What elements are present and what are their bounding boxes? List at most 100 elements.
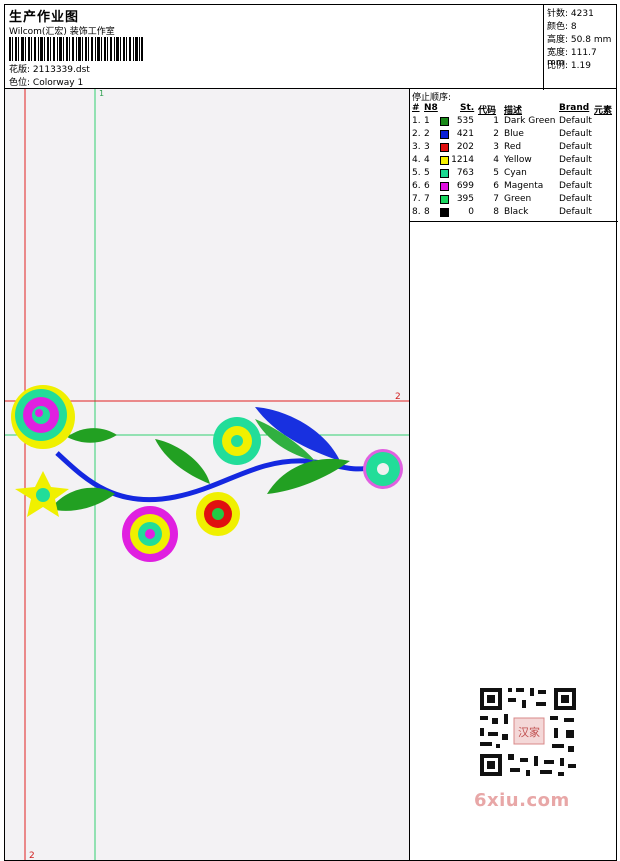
row-stitches: 535	[456, 116, 474, 126]
stat-value: 8	[570, 22, 577, 32]
design-file-line: 花版: 2113339.dst	[9, 62, 90, 75]
stat-scale: 比例: 1.19	[547, 58, 591, 71]
stop-sequence-panel: 停止顺序: # N8 St. 代码 描述 Brand 元素 1. 1 535 1 Dar…	[409, 88, 618, 861]
table-row: 4. 4 1214 4 Yellow Default	[410, 155, 618, 168]
stat-value: 50.8 mm	[570, 35, 612, 45]
header-box: 生产作业图 Wilcom(汇宏) 装饰工作室 花版: 2113339.dst 色…	[4, 4, 617, 90]
row-stitches: 763	[456, 168, 474, 178]
color-swatch	[440, 143, 449, 152]
table-row: 3. 3 202 3 Red Default	[410, 142, 618, 155]
row-idx: 6.	[412, 181, 421, 191]
row-code: 7	[493, 194, 499, 204]
row-no: 6	[424, 181, 430, 191]
stat-label: 针数:	[547, 9, 569, 19]
row-no: 7	[424, 194, 430, 204]
row-brand: Default	[559, 207, 592, 217]
colorway-value: Colorway 1	[32, 78, 84, 88]
design-label: 花版:	[9, 65, 31, 75]
row-code: 3	[493, 142, 499, 152]
row-brand: Default	[559, 155, 592, 165]
row-brand: Default	[559, 142, 592, 152]
row-code: 2	[493, 129, 499, 139]
flower-rose	[11, 385, 75, 449]
row-desc: Red	[504, 142, 522, 152]
table-row: 6. 6 699 6 Magenta Default	[410, 181, 618, 194]
design-canvas: 1 2 2	[4, 88, 410, 861]
row-stitches: 421	[456, 129, 474, 139]
color-swatch	[440, 130, 449, 139]
design-value: 2113339.dst	[32, 65, 90, 75]
row-no: 3	[424, 142, 430, 152]
table-row: 8. 8 0 8 Black Default	[410, 207, 618, 220]
row-stitches: 202	[456, 142, 474, 152]
stat-label: 宽度:	[547, 48, 569, 58]
flower-green	[213, 417, 261, 465]
green-leaf	[155, 439, 210, 484]
stop-sequence-title: 停止顺序:	[412, 93, 452, 103]
col-header-desc: 描述	[504, 106, 523, 116]
row-idx: 2.	[412, 129, 421, 139]
row-desc: Black	[504, 207, 529, 217]
col-header-st: St.	[460, 103, 475, 113]
stat-colors: 颜色: 8	[547, 19, 577, 32]
row-desc: Magenta	[504, 181, 544, 191]
stat-label: 高度:	[547, 35, 569, 45]
row-code: 8	[493, 207, 499, 217]
row-brand: Default	[559, 116, 592, 126]
row-stitches: 395	[456, 194, 474, 204]
row-brand: Default	[559, 129, 592, 139]
col-header-no: N8	[424, 103, 438, 113]
col-header-code: 代码	[478, 106, 497, 116]
row-brand: Default	[559, 194, 592, 204]
stat-label: 比例:	[547, 61, 569, 71]
row-desc: Yellow	[504, 155, 532, 165]
row-idx: 1.	[412, 116, 421, 126]
col-header-element: 元素	[594, 106, 613, 116]
marker-v2: 2	[29, 851, 35, 861]
row-no: 4	[424, 155, 430, 165]
color-swatch	[440, 156, 449, 165]
row-desc: Dark Green	[504, 116, 556, 126]
row-code: 5	[493, 168, 499, 178]
table-row: 5. 5 763 5 Cyan Default	[410, 168, 618, 181]
row-stitches: 699	[456, 181, 474, 191]
row-no: 8	[424, 207, 430, 217]
row-code: 6	[493, 181, 499, 191]
row-idx: 8.	[412, 207, 421, 217]
table-row: 2. 2 421 2 Blue Default	[410, 129, 618, 142]
table-row: 1. 1 535 1 Dark Green Default	[410, 116, 618, 129]
color-swatch	[440, 195, 449, 204]
stat-label: 颜色:	[547, 22, 569, 32]
embroidery-preview: 1 2 2	[5, 89, 409, 861]
marker-h2: 2	[395, 392, 401, 402]
row-stitches: 0	[468, 207, 474, 217]
row-idx: 7.	[412, 194, 421, 204]
row-desc: Cyan	[504, 168, 527, 178]
flower-magenta	[122, 506, 178, 562]
row-no: 5	[424, 168, 430, 178]
stat-stitches: 针数: 4231	[547, 6, 594, 19]
row-idx: 3.	[412, 142, 421, 152]
col-header-brand: Brand	[559, 103, 590, 113]
stat-value: 1.19	[570, 61, 591, 71]
flower-cyan	[363, 449, 403, 489]
row-desc: Green	[504, 194, 532, 204]
company-name: Wilcom(汇宏) 装饰工作室	[9, 27, 115, 37]
page-title: 生产作业图	[9, 10, 80, 25]
row-brand: Default	[559, 168, 592, 178]
header-divider	[543, 5, 544, 90]
row-no: 1	[424, 116, 430, 126]
stat-value: 4231	[570, 9, 594, 19]
color-swatch	[440, 208, 449, 217]
row-desc: Blue	[504, 129, 524, 139]
colorway-label: 色位:	[9, 78, 31, 88]
table-divider	[410, 221, 618, 222]
stat-height: 高度: 50.8 mm	[547, 32, 611, 45]
row-code: 4	[493, 155, 499, 165]
color-swatch	[440, 182, 449, 191]
row-stitches: 1214	[451, 155, 474, 165]
row-idx: 4.	[412, 155, 421, 165]
row-brand: Default	[559, 181, 592, 191]
color-swatch	[440, 169, 449, 178]
row-no: 2	[424, 129, 430, 139]
